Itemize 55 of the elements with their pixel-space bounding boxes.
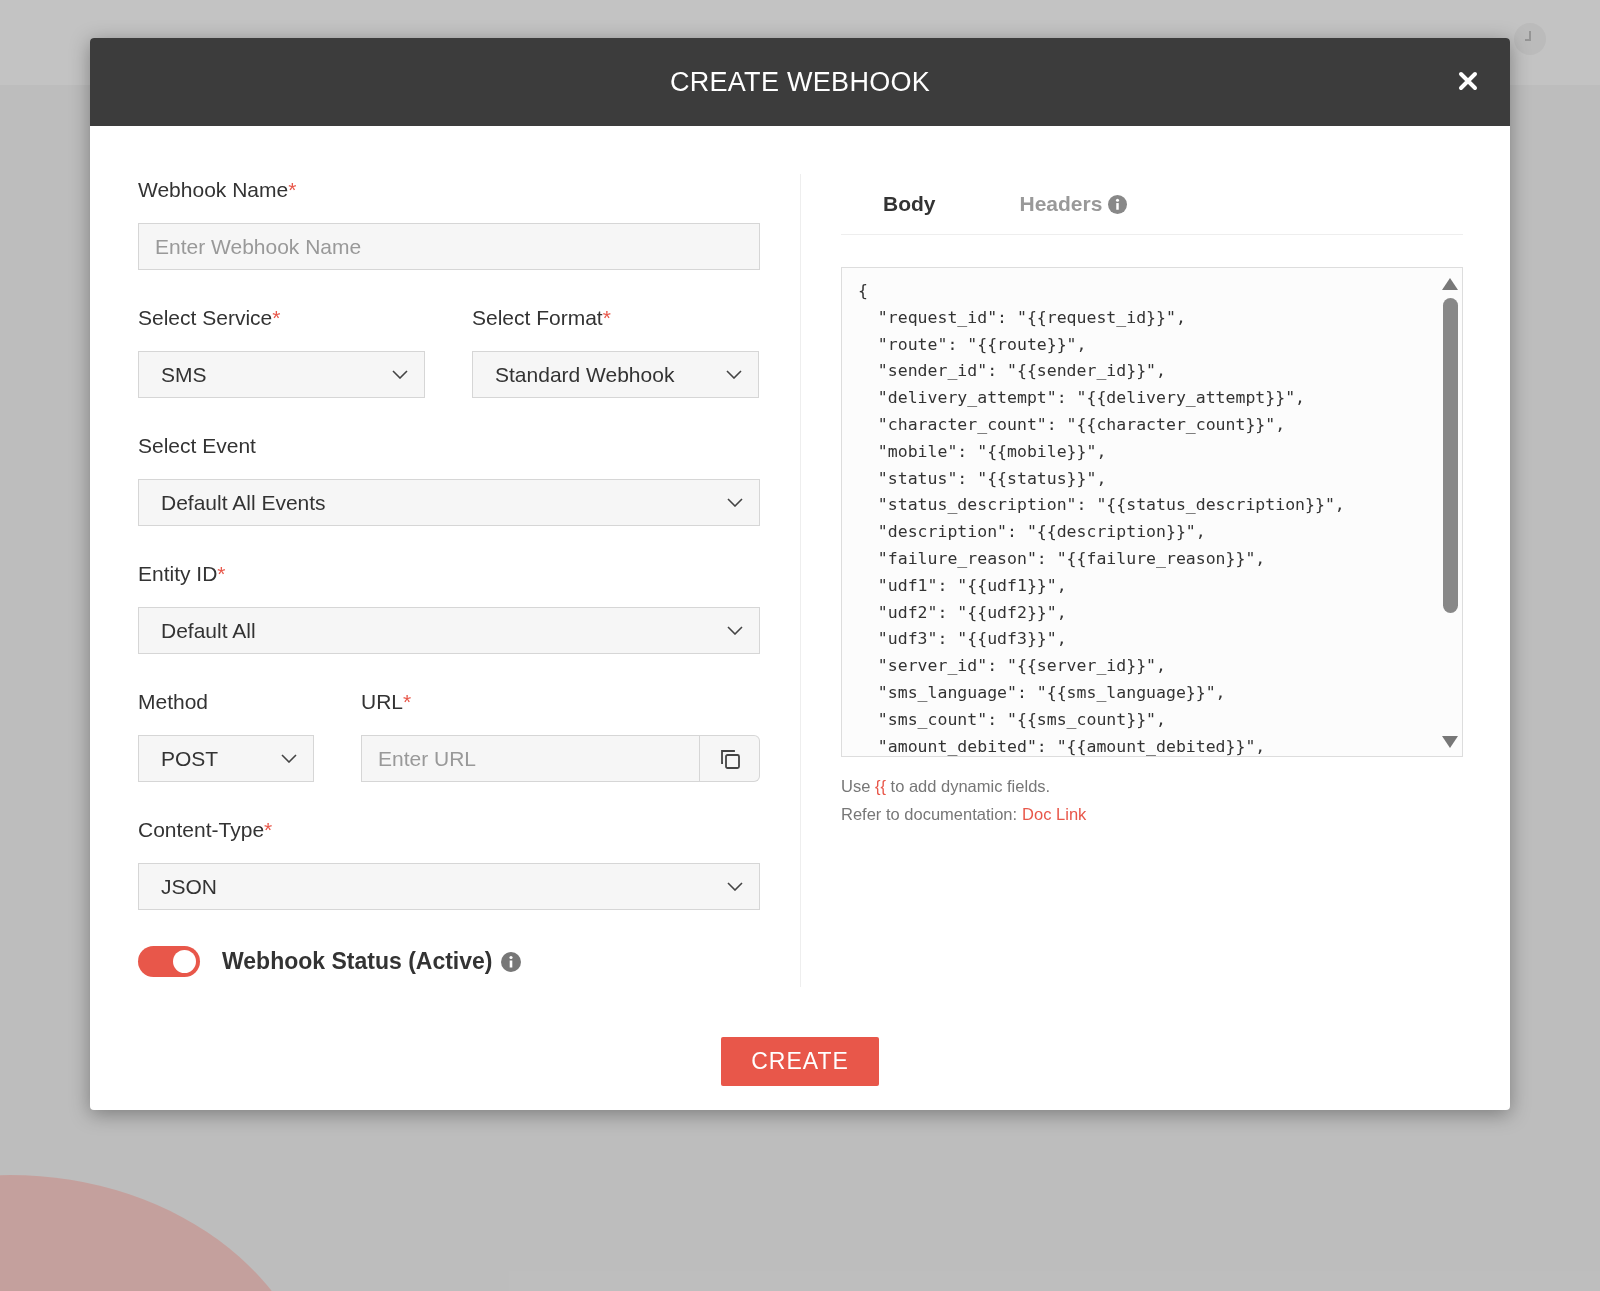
code-line: "request_id": "{{request_id}}",	[876, 306, 1187, 329]
code-line: "udf3": "{{udf3}}",	[876, 628, 1068, 651]
dropdown[interactable]: POST	[138, 735, 314, 782]
doc-link[interactable]: Doc Link	[1022, 805, 1087, 824]
status-toggle[interactable]	[138, 946, 200, 977]
info-icon[interactable]	[1108, 194, 1128, 214]
dropdown[interactable]: JSON	[138, 863, 760, 910]
dropdown[interactable]: Default All	[138, 607, 760, 654]
copy-button[interactable]	[700, 735, 760, 782]
field-label: Method	[138, 690, 210, 714]
code-line: "failure_reason": "{{failure_reason}}",	[876, 547, 1267, 570]
code-editor[interactable]	[841, 267, 1463, 757]
dialog-title: CREATE WEBHOOK	[669, 66, 931, 98]
field-label: Entity ID*	[138, 562, 227, 586]
chevron-down-icon	[392, 370, 408, 379]
tab[interactable]: Body	[841, 180, 978, 234]
dropdown[interactable]: Standard Webhook	[472, 351, 759, 398]
scroll-up-icon[interactable]	[1442, 278, 1458, 290]
code-line: "udf2": "{{udf2}}",	[876, 601, 1068, 624]
create-button[interactable]: CREATE	[721, 1037, 879, 1086]
status-label: Webhook Status (Active)	[222, 948, 493, 975]
code-line: {	[858, 280, 869, 302]
code-line: "delivery_attempt": "{{delivery_attempt}}",	[876, 387, 1307, 410]
chevron-down-icon	[281, 754, 297, 763]
close-icon[interactable]	[1458, 71, 1478, 91]
info-icon[interactable]	[500, 951, 521, 972]
code-line: "description": "{{description}}",	[876, 521, 1207, 544]
code-line: "server_id": "{{server_id}}",	[876, 655, 1167, 678]
hint-text: Use {{ to add dynamic fields.	[841, 777, 1052, 796]
url-field[interactable]: Enter URL	[361, 735, 700, 782]
chevron-down-icon	[727, 498, 743, 507]
code-line: "sender_id": "{{sender_id}}",	[876, 360, 1167, 383]
code-line: "status_description": "{{status_description}}",	[876, 494, 1346, 517]
field-label: Content-Type*	[138, 818, 274, 842]
chevron-down-icon	[727, 626, 743, 635]
code-line: "route": "{{route}}",	[876, 333, 1088, 356]
field-label: Webhook Name*	[138, 178, 298, 202]
code-line: "status": "{{status}}",	[876, 467, 1108, 490]
code-line: "udf1": "{{udf1}}",	[876, 574, 1068, 597]
field-label: Select Event	[138, 434, 257, 458]
text-field[interactable]: Enter Webhook Name	[138, 223, 760, 270]
doc-text: Refer to documentation:	[841, 805, 1018, 824]
field-label: Select Service*	[138, 306, 282, 330]
code-line: "sms_language": "{{sms_language}}",	[876, 681, 1227, 704]
field-label: Select Format*	[472, 306, 612, 330]
dropdown[interactable]: Default All Events	[138, 479, 760, 526]
scroll-down-icon[interactable]	[1442, 736, 1458, 748]
code-line: "mobile": "{{mobile}}",	[876, 440, 1108, 463]
chevron-down-icon	[726, 370, 742, 379]
field-label: URL*	[361, 690, 413, 714]
dropdown[interactable]: SMS	[138, 351, 425, 398]
chevron-down-icon	[727, 882, 743, 891]
code-line: "character_count": "{{character_count}}",	[876, 414, 1287, 436]
code-line: "sms_count": "{{sms_count}}",	[876, 708, 1167, 731]
code-line: "amount_debited": "{{amount_debited}}",	[876, 735, 1267, 758]
